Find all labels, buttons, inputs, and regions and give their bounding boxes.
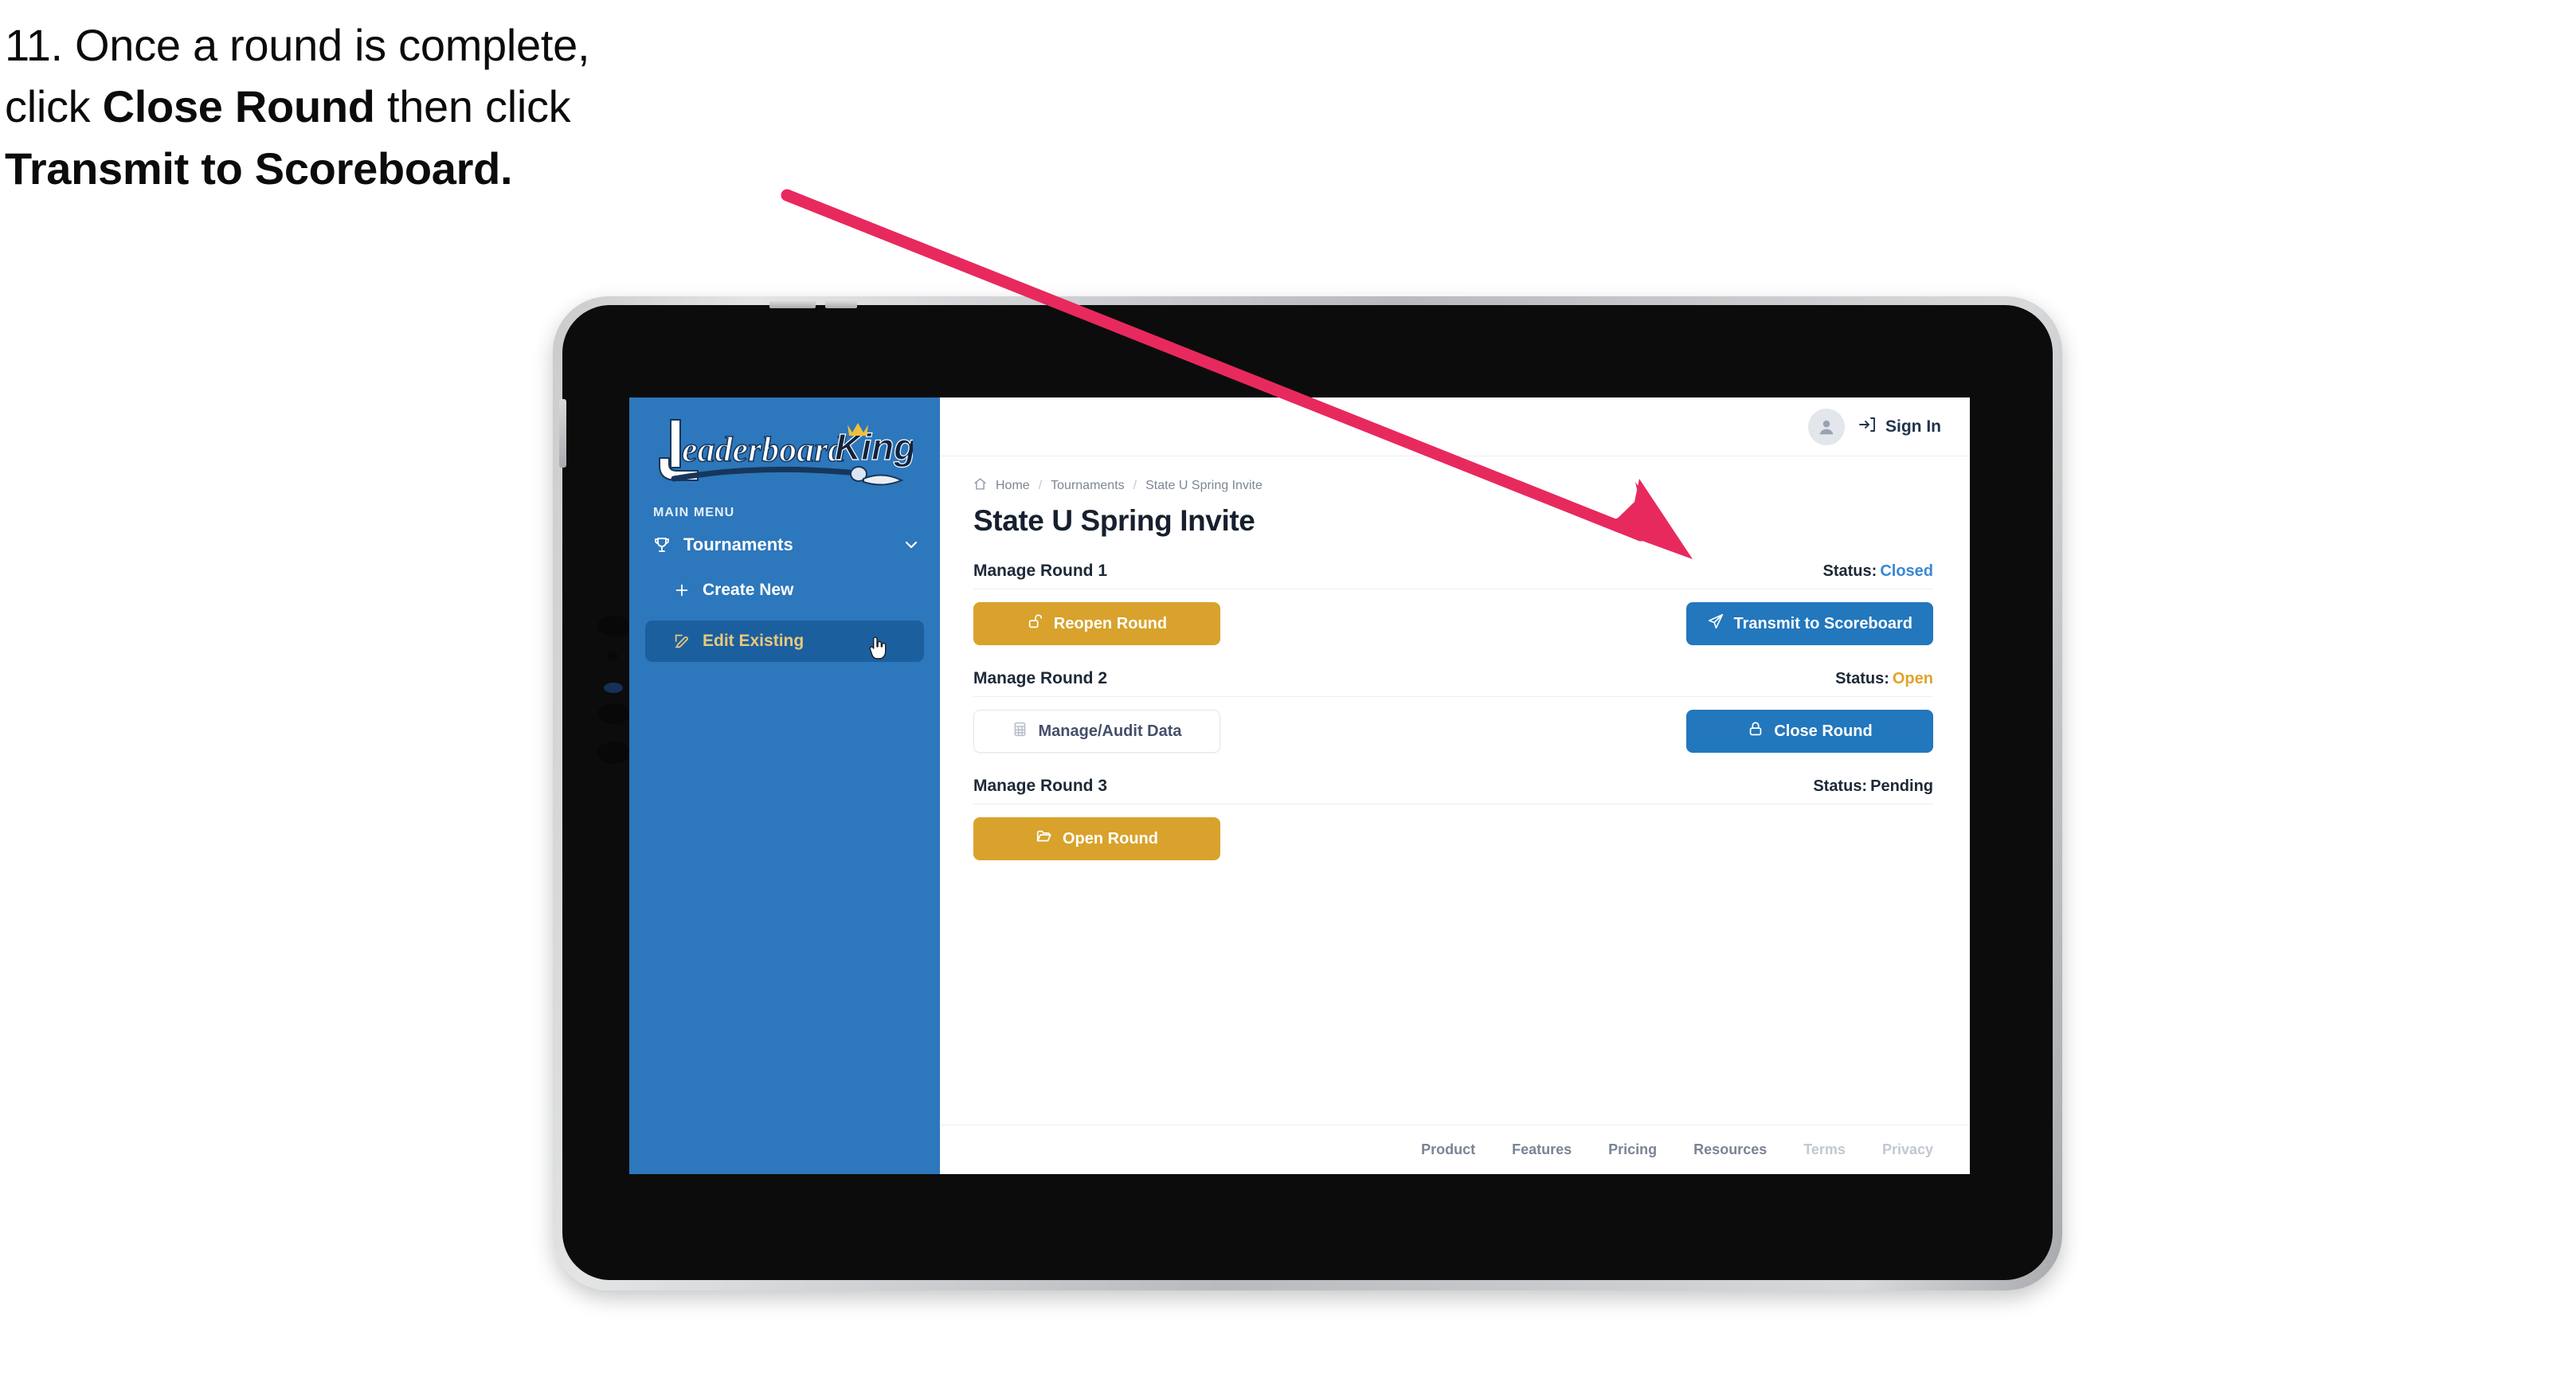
round-header: Manage Round 2 Status: Open — [973, 669, 1933, 696]
round-title: Manage Round 2 — [973, 669, 1108, 687]
footer-link-pricing[interactable]: Pricing — [1608, 1141, 1657, 1158]
app-logo[interactable]: eaderboard King — [629, 397, 940, 491]
caption-line-2-bold: Close Round — [102, 81, 375, 132]
page-title: State U Spring Invite — [973, 504, 1255, 537]
breadcrumb-separator: / — [1038, 479, 1043, 492]
caption-line-1-text: 11. Once a round is complete, — [5, 20, 590, 70]
mouse-pointer-hand-icon — [867, 636, 887, 660]
svg-text:eaderboard: eaderboard — [682, 430, 846, 469]
volume-up-button[interactable] — [769, 301, 816, 308]
sidebar-section-label: MAIN MENU — [653, 506, 735, 519]
breadcrumb-item-current[interactable]: State U Spring Invite — [1145, 479, 1263, 493]
caption-line-3: Transmit to Scoreboard. — [5, 138, 881, 199]
round-actions: Manage/Audit Data Close Round — [973, 697, 1933, 753]
sidebar: eaderboard King MAIN MENU Tournaments Cr… — [629, 397, 940, 1174]
breadcrumb-item-tournaments[interactable]: Tournaments — [1051, 479, 1125, 493]
power-button[interactable] — [559, 399, 566, 468]
sign-in-arrow-icon — [1858, 415, 1877, 438]
round-title: Manage Round 3 — [973, 777, 1108, 795]
sign-in-button[interactable]: Sign In — [1858, 415, 1941, 438]
sidebar-item-tournaments[interactable]: Tournaments — [629, 525, 940, 565]
round-block-2: Manage Round 2 Status: Open Manage/Audit… — [973, 669, 1933, 753]
manage-audit-data-button[interactable]: Manage/Audit Data — [973, 710, 1220, 753]
footer-link-terms[interactable]: Terms — [1803, 1141, 1846, 1158]
round-header: Manage Round 1 Status: Closed — [973, 562, 1933, 589]
button-label: Reopen Round — [1053, 614, 1168, 632]
trophy-icon — [652, 534, 672, 555]
status-badge: Status: Closed — [1823, 562, 1933, 581]
front-camera-lens — [597, 616, 631, 636]
transmit-to-scoreboard-button[interactable]: Transmit to Scoreboard — [1685, 602, 1933, 645]
footer-link-resources[interactable]: Resources — [1693, 1141, 1767, 1158]
edit-pencil-icon — [672, 632, 691, 651]
volume-down-button[interactable] — [825, 301, 857, 308]
sign-in-label: Sign In — [1885, 417, 1941, 436]
sidebar-item-edit-existing[interactable]: Edit Existing — [645, 621, 924, 662]
status-badge: Status: Pending — [1813, 777, 1933, 796]
content-area: Home / Tournaments / State U Spring Invi… — [940, 456, 1970, 1125]
plus-icon — [672, 581, 691, 600]
status-badge: Status: Open — [1835, 670, 1933, 688]
button-label: Open Round — [1063, 829, 1158, 848]
caption-line-3-bold: Transmit to Scoreboard. — [5, 143, 513, 194]
status-label: Status: — [1822, 562, 1877, 580]
footer-link-privacy[interactable]: Privacy — [1882, 1141, 1933, 1158]
round-actions: Open Round — [973, 805, 1933, 860]
send-paper-plane-icon — [1707, 613, 1725, 635]
svg-text:King: King — [835, 426, 913, 468]
button-label: Transmit to Scoreboard — [1733, 614, 1913, 632]
main-panel: Sign In Home / Tournaments / State U Spr… — [940, 397, 1970, 1174]
home-icon[interactable] — [973, 477, 987, 495]
breadcrumb: Home / Tournaments / State U Spring Invi… — [973, 477, 1933, 495]
caption-line-2-post: then click — [374, 81, 571, 132]
chevron-down-icon[interactable] — [902, 535, 921, 554]
screenshot-canvas: 11. Once a round is complete, click Clos… — [0, 0, 2576, 1386]
sidebar-item-create-new[interactable]: Create New — [645, 570, 924, 611]
status-value: Pending — [1870, 777, 1933, 795]
close-round-button[interactable]: Close Round — [1686, 710, 1933, 753]
top-bar: Sign In — [940, 397, 1970, 456]
caption-line-2-pre: click — [5, 81, 103, 132]
indicator-led — [604, 683, 623, 693]
sidebar-item-label: Tournaments — [683, 534, 793, 554]
status-label: Status: — [1813, 777, 1868, 795]
footer: Product Features Pricing Resources Terms… — [940, 1125, 1970, 1174]
open-round-button[interactable]: Open Round — [973, 817, 1220, 860]
button-label: Manage/Audit Data — [1038, 722, 1182, 740]
round-header: Manage Round 3 Status: Pending — [973, 777, 1933, 804]
sensor-dot — [608, 652, 618, 660]
instruction-caption: 11. Once a round is complete, click Clos… — [5, 14, 881, 199]
breadcrumb-item-home[interactable]: Home — [996, 479, 1030, 493]
sidebar-item-label: Edit Existing — [703, 632, 805, 650]
round-actions: Reopen Round Transmit to Scoreboard — [973, 589, 1933, 645]
sidebar-item-label: Create New — [703, 581, 794, 599]
footer-link-product[interactable]: Product — [1421, 1141, 1475, 1158]
tertiary-lens — [597, 742, 631, 764]
caption-line-2: click Close Round then click — [5, 76, 881, 137]
button-label: Close Round — [1774, 722, 1873, 740]
lock-icon — [1747, 720, 1764, 742]
status-label: Status: — [1835, 670, 1889, 687]
status-value: Closed — [1880, 562, 1933, 580]
round-block-1: Manage Round 1 Status: Closed Reopen Rou… — [973, 562, 1933, 645]
round-title: Manage Round 1 — [973, 562, 1108, 580]
reopen-round-button[interactable]: Reopen Round — [973, 602, 1220, 645]
breadcrumb-separator: / — [1133, 479, 1137, 492]
status-value: Open — [1892, 670, 1933, 687]
app-screen: eaderboard King MAIN MENU Tournaments Cr… — [629, 397, 1970, 1174]
caption-line-1: 11. Once a round is complete, — [5, 14, 881, 76]
footer-link-features[interactable]: Features — [1512, 1141, 1572, 1158]
unlock-icon — [1027, 613, 1044, 635]
secondary-lens — [597, 703, 631, 724]
avatar[interactable] — [1808, 408, 1845, 445]
round-block-3: Manage Round 3 Status: Pending Open Roun… — [973, 777, 1933, 860]
folder-open-icon — [1035, 828, 1053, 850]
table-grid-icon — [1012, 721, 1028, 742]
